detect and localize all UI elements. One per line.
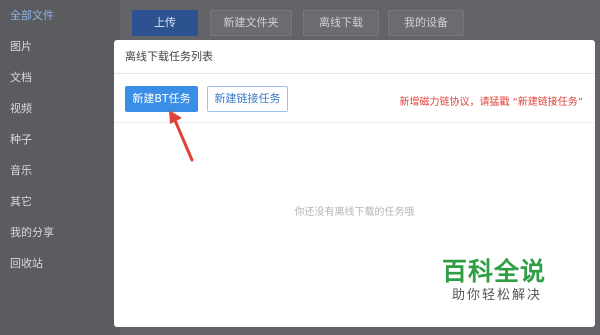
empty-task-message: 你还没有离线下载的任务哦 — [294, 207, 415, 218]
watermark-title: 百科全说 — [442, 257, 547, 286]
sidebar-item-music[interactable]: 音乐 — [0, 155, 120, 186]
sidebar-item-videos[interactable]: 视频 — [0, 93, 120, 124]
watermark-subtitle: 助你轻松解决 — [452, 288, 543, 303]
sidebar-item-my-shares[interactable]: 我的分享 — [0, 217, 120, 248]
annotation-arrow-icon — [169, 110, 194, 162]
magnet-hint-text: 新增磁力链协议，请猛戳 “新建链接任务” — [399, 97, 583, 108]
sidebar-item-torrents[interactable]: 种子 — [0, 124, 120, 155]
my-devices-button[interactable]: 我的设备 — [388, 10, 464, 36]
sidebar: 全部文件 图片 文档 视频 种子 音乐 其它 我的分享 回收站 — [0, 0, 120, 335]
sidebar-item-recycle-bin[interactable]: 回收站 — [0, 248, 120, 279]
sidebar-item-images[interactable]: 图片 — [0, 31, 120, 62]
dialog-title: 离线下载任务列表 — [114, 40, 595, 74]
new-folder-button[interactable]: 新建文件夹 — [210, 10, 292, 36]
sidebar-item-documents[interactable]: 文档 — [0, 62, 120, 93]
new-link-task-button[interactable]: 新建链接任务 — [207, 86, 288, 112]
sidebar-item-other[interactable]: 其它 — [0, 186, 120, 217]
offline-download-button[interactable]: 离线下载 — [303, 10, 379, 36]
upload-button[interactable]: 上传 — [132, 10, 198, 36]
sidebar-item-all-files[interactable]: 全部文件 — [0, 0, 120, 31]
